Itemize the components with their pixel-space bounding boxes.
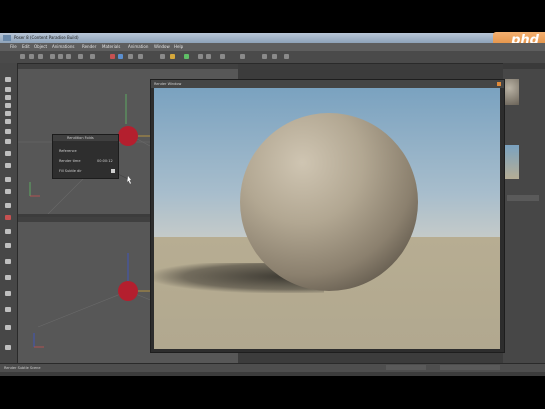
menu-animation[interactable]: Animation (128, 44, 148, 49)
render-dialog-title: Rendition Folds (67, 136, 94, 140)
status-bar: Render Subtle Scene (0, 363, 545, 372)
direct-tool-icon[interactable] (5, 163, 11, 168)
menu-object[interactable]: Object (34, 44, 47, 49)
translate-tool-icon[interactable] (5, 87, 11, 92)
main-toolbar (0, 51, 545, 64)
hair-tool-icon[interactable] (5, 229, 11, 234)
menu-edit[interactable]: Edit (22, 44, 30, 49)
save-icon[interactable] (38, 54, 43, 59)
mouse-cursor (127, 176, 131, 184)
library-controls[interactable] (507, 195, 539, 201)
paste-icon[interactable] (66, 54, 71, 59)
twist-tool-icon[interactable] (5, 111, 11, 116)
grid-icon[interactable] (240, 54, 245, 59)
render-window: Render Window (150, 79, 505, 353)
render-dialog-titlebar: Rendition Folds (53, 135, 118, 141)
left-tool-palette (0, 63, 18, 363)
menu-materials[interactable]: Materials (102, 44, 120, 49)
light-tool-icon[interactable] (5, 189, 11, 194)
close-icon[interactable] (497, 82, 501, 86)
undo-icon[interactable] (78, 54, 83, 59)
material-icon[interactable] (118, 54, 123, 59)
menu-bar: File Edit Object Animations Render Mater… (0, 43, 545, 51)
twist-icon[interactable] (198, 54, 203, 59)
menu-window[interactable]: Window (154, 44, 170, 49)
extra-tool-icon[interactable] (5, 345, 11, 350)
rendered-stone-sphere (240, 113, 418, 291)
render-dialog: Rendition Folds Reference Render time 00… (52, 134, 119, 179)
taper-icon[interactable] (206, 54, 211, 59)
content-tool-icon[interactable] (5, 307, 11, 312)
light-icon[interactable] (138, 54, 143, 59)
copy-icon[interactable] (58, 54, 63, 59)
render-window-title: Render Window (154, 82, 182, 86)
app-icon (3, 35, 11, 41)
render-icon[interactable] (110, 54, 115, 59)
view-icon[interactable] (220, 54, 225, 59)
move-icon[interactable] (160, 54, 165, 59)
menu-animations[interactable]: Animations (52, 44, 74, 49)
rotate-icon[interactable] (170, 54, 175, 59)
red-tool-icon[interactable] (5, 215, 11, 220)
open-icon[interactable] (29, 54, 34, 59)
redo-icon[interactable] (90, 54, 95, 59)
new-icon[interactable] (20, 54, 25, 59)
title-bar: Poser 8 (Content Paradise Build) (0, 33, 545, 43)
cut-icon[interactable] (50, 54, 55, 59)
camera-icon[interactable] (128, 54, 133, 59)
render-dialog-option: Fill Subtle dir (59, 169, 82, 173)
face-tool-icon[interactable] (5, 259, 11, 264)
walk-tool-icon[interactable] (5, 275, 11, 280)
library-tool-icon[interactable] (5, 325, 11, 330)
morph-tool-icon[interactable] (5, 203, 11, 208)
zoom-icon[interactable] (262, 54, 267, 59)
option-checkbox[interactable] (111, 169, 115, 173)
menu-render[interactable]: Render (82, 44, 96, 49)
select-tool-icon[interactable] (5, 77, 11, 82)
options-icon[interactable] (284, 54, 289, 59)
menu-help[interactable]: Help (174, 44, 183, 49)
grab-tool-icon[interactable] (5, 151, 11, 156)
chain-tool-icon[interactable] (5, 129, 11, 134)
sphere-preview-top[interactable] (118, 126, 138, 146)
library-thumbnail-2[interactable] (503, 145, 519, 179)
scale-icon[interactable] (184, 54, 189, 59)
camera-tool-icon[interactable] (5, 177, 11, 182)
window-title: Poser 8 (Content Paradise Build) (14, 35, 79, 40)
scale-tool-icon[interactable] (5, 103, 11, 108)
library-panel (503, 63, 545, 363)
grid-line (37, 290, 129, 328)
setup-tool-icon[interactable] (5, 291, 11, 296)
library-panel-header (503, 63, 545, 69)
taper-tool-icon[interactable] (5, 119, 11, 124)
library-thumbnail-1[interactable] (503, 79, 519, 105)
status-field (386, 365, 426, 370)
status-text: Render Subtle Scene (4, 366, 41, 370)
render-time-value: 00:00:12 (97, 159, 113, 163)
cloth-tool-icon[interactable] (5, 243, 11, 248)
status-field (440, 365, 500, 370)
rotate-tool-icon[interactable] (5, 95, 11, 100)
render-time-label: Render time (59, 159, 81, 163)
render-dialog-row-reference: Reference (59, 149, 77, 153)
menu-file[interactable]: File (10, 44, 17, 49)
sphere-preview-bottom[interactable] (118, 281, 138, 301)
search-icon[interactable] (272, 54, 277, 59)
render-window-titlebar: Render Window (151, 80, 504, 88)
color-tool-icon[interactable] (5, 139, 11, 144)
